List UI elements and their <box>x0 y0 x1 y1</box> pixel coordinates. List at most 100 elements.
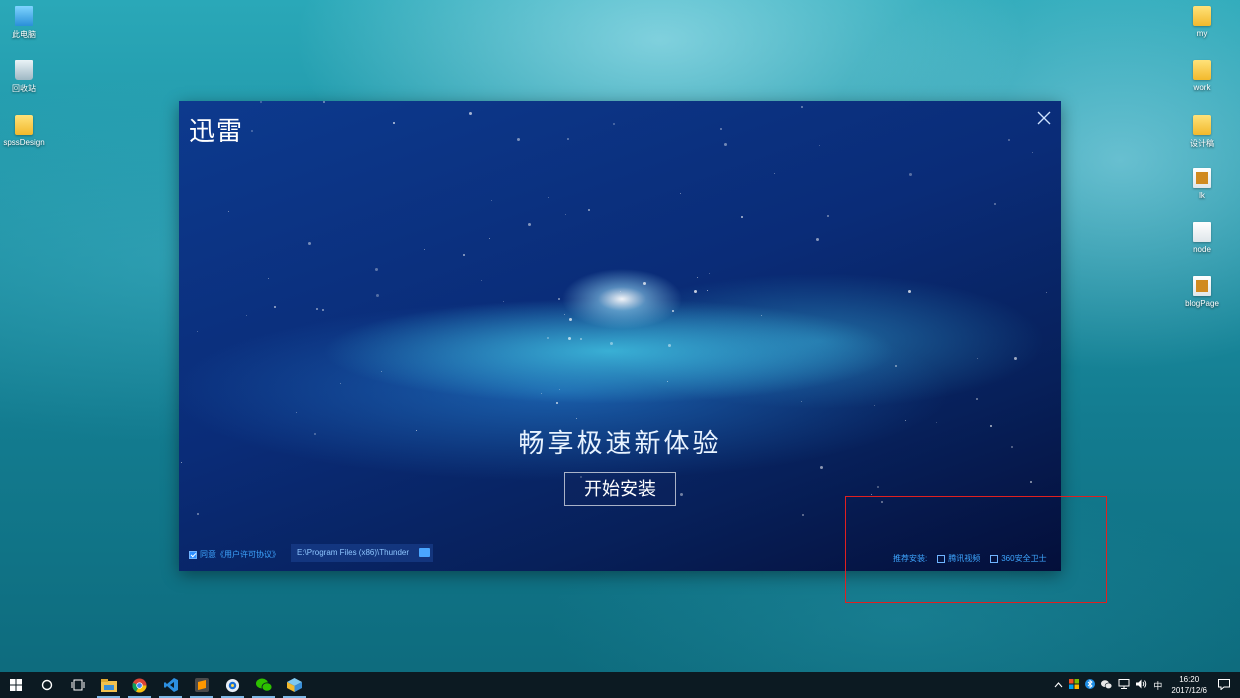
star <box>643 282 646 285</box>
volume-icon[interactable] <box>1136 679 1147 691</box>
desktop-icon-spssdesign[interactable]: spssDesign <box>0 115 54 147</box>
agree-label[interactable]: 同意《用户许可协议》 <box>200 549 280 560</box>
star <box>559 389 560 390</box>
install-path-field[interactable]: E:\Program Files (x86)\Thunder <box>291 544 433 562</box>
task-view-button[interactable] <box>62 672 93 698</box>
highlight-annotation <box>845 496 1107 603</box>
system-tray: 中 16:20 2017/12/6 <box>1051 672 1240 698</box>
desktop-icon-this-pc[interactable]: 此电脑 <box>0 6 54 40</box>
desktop-icon-recycle-bin[interactable]: 回收站 <box>0 60 54 94</box>
agree-terms[interactable]: 同意《用户许可协议》 <box>189 549 280 560</box>
taskbar-file-explorer[interactable] <box>93 672 124 698</box>
star <box>871 494 872 495</box>
taskbar: 中 16:20 2017/12/6 <box>0 672 1240 698</box>
star <box>820 466 823 469</box>
wechat-icon <box>255 678 272 692</box>
star <box>1030 481 1032 483</box>
star <box>802 514 804 516</box>
star <box>741 216 743 218</box>
close-icon <box>1037 111 1051 125</box>
show-hidden-icons-icon[interactable] <box>1054 681 1063 690</box>
star <box>541 393 542 394</box>
star <box>667 381 668 382</box>
desktop-icon-label: my <box>1196 29 1208 38</box>
desktop-icon-label: lk <box>1199 191 1205 200</box>
network-icon[interactable] <box>1118 679 1130 691</box>
clock-date: 2017/12/6 <box>1171 686 1207 695</box>
desktop-icon-work[interactable]: work <box>1172 60 1232 92</box>
star <box>568 337 571 340</box>
star <box>564 314 565 315</box>
folder-icon <box>15 115 33 135</box>
desktop-icon-my[interactable]: my <box>1172 6 1232 38</box>
star <box>672 310 674 312</box>
star <box>697 277 698 278</box>
agree-checkbox[interactable] <box>189 550 197 559</box>
this-pc-icon <box>15 6 33 26</box>
desktop-icon-node[interactable]: node <box>1172 222 1232 254</box>
tray-app-icon[interactable] <box>1069 679 1080 691</box>
folder-icon <box>1193 115 1211 135</box>
cortana-icon <box>41 679 52 691</box>
star <box>489 238 490 239</box>
star <box>308 242 311 245</box>
desktop-icon-label: 此电脑 <box>12 30 36 39</box>
recycle-bin-icon <box>15 60 33 80</box>
star <box>1008 139 1010 141</box>
taskbar-qq-browser[interactable] <box>217 672 248 698</box>
install-path-value: E:\Program Files (x86)\Thunder <box>297 548 410 557</box>
star <box>517 138 520 141</box>
star <box>895 365 897 367</box>
action-center-icon[interactable] <box>1218 678 1230 692</box>
taskbar-wechat[interactable] <box>248 672 279 698</box>
star <box>976 398 978 400</box>
file-icon <box>1193 276 1211 296</box>
vscode-icon <box>163 678 178 692</box>
star <box>558 298 560 300</box>
star <box>556 402 558 404</box>
star <box>801 106 803 108</box>
star <box>668 344 671 347</box>
star <box>761 315 762 316</box>
browse-folder-icon[interactable] <box>419 548 430 557</box>
star <box>547 337 549 339</box>
ime-indicator[interactable]: 中 <box>1153 679 1162 692</box>
start-install-button[interactable]: 开始安装 <box>564 472 676 506</box>
star <box>774 173 775 174</box>
taskbar-chrome[interactable] <box>124 672 155 698</box>
star <box>528 223 531 226</box>
close-button[interactable] <box>1035 109 1053 127</box>
qq-browser-icon <box>225 678 240 692</box>
star <box>877 486 879 488</box>
star <box>503 301 504 302</box>
sublime-icon <box>194 678 209 692</box>
star <box>251 130 253 132</box>
desktop-icon-lk[interactable]: lk <box>1172 168 1232 200</box>
star <box>481 280 482 281</box>
clock[interactable]: 16:20 2017/12/6 <box>1171 674 1207 696</box>
wechat-tray-icon[interactable] <box>1101 679 1113 691</box>
bluetooth-icon[interactable] <box>1085 679 1096 691</box>
star <box>375 268 378 271</box>
taskbar-sublime[interactable] <box>186 672 217 698</box>
desktop-icon-design[interactable]: 设计稿 <box>1172 115 1232 149</box>
star <box>610 342 613 345</box>
taskbar-vscode[interactable] <box>155 672 186 698</box>
desktop-icon-label: work <box>1193 83 1211 92</box>
desktop-icon-blogpage[interactable]: blogPage <box>1172 276 1232 308</box>
start-button[interactable] <box>0 672 31 698</box>
star <box>977 358 978 359</box>
desktop-icon-label: 设计稿 <box>1190 139 1214 148</box>
taskbar-installer[interactable] <box>279 672 310 698</box>
star <box>576 418 577 419</box>
star <box>819 145 820 146</box>
star <box>720 128 722 130</box>
cortana-button[interactable] <box>31 672 62 698</box>
star <box>381 371 382 372</box>
star <box>469 112 472 115</box>
star <box>463 254 465 256</box>
task-view-icon <box>71 679 84 691</box>
star <box>680 193 681 194</box>
star <box>181 462 182 463</box>
star <box>340 383 341 384</box>
